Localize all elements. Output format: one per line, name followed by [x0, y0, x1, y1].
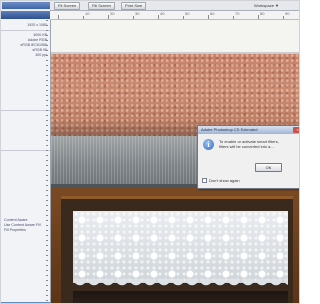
ruler-label: 50	[185, 11, 190, 16]
horizontal-ruler: 10 20 30 40 50 60 70 80 90	[50, 11, 299, 20]
panel-divider	[1, 30, 50, 31]
workspace-menu[interactable]: Workspace ▼	[254, 2, 279, 9]
panel-value: sRGB 96	[32, 48, 47, 52]
print-size-button[interactable]: Print Size	[121, 2, 147, 10]
panel-scrollbar[interactable]	[46, 20, 48, 303]
ruler-label: 20	[110, 11, 115, 16]
fit-screen-button[interactable]: Fit Screen	[54, 2, 81, 10]
dont-show-checkbox[interactable]	[202, 178, 207, 183]
ruler-label: 90	[285, 11, 290, 16]
window-shadow	[73, 291, 288, 303]
panel-value: 1920 x 1080	[27, 23, 47, 27]
ruler-tick	[158, 15, 159, 19]
content-aware-label: Content Aware	[4, 218, 28, 222]
ruler-tick	[58, 15, 59, 19]
photoshop-window: Fit Screen Fill Screen Print Size Worksp…	[0, 0, 300, 304]
lace-curtain	[73, 211, 288, 283]
close-icon[interactable]: ×	[293, 127, 299, 133]
dialog-titlebar[interactable]: Adobe Photoshop CS Extended ×	[198, 126, 299, 134]
ruler-tick	[108, 15, 109, 19]
tool-preset-button[interactable]	[2, 2, 50, 9]
panel-value: Adobe RGB	[27, 38, 47, 42]
panel-header[interactable]	[1, 11, 50, 19]
ok-button[interactable]: OK	[255, 163, 282, 172]
alert-dialog: Adobe Photoshop CS Extended × i To enabl…	[197, 125, 299, 189]
info-icon: i	[203, 139, 214, 150]
curtain-scallop	[73, 279, 288, 291]
ruler-label: 30	[135, 11, 140, 16]
panel-divider	[1, 110, 50, 111]
image-background	[51, 20, 299, 54]
ruler-tick	[283, 16, 284, 19]
ruler-label: 40	[160, 11, 165, 16]
info-panel: 1920 x 1080 3000 KB Adobe RGB sRGB IEC61…	[1, 10, 51, 303]
ruler-label: 10	[85, 11, 90, 16]
content-aware-fill-option[interactable]: Use Content Aware Fill	[4, 223, 41, 227]
ruler-tick	[83, 16, 84, 19]
ruler-label: 60	[210, 11, 215, 16]
fill-properties-label: Fill Properties	[4, 228, 26, 232]
ruler-tick	[133, 16, 134, 19]
ruler-tick	[183, 16, 184, 19]
ruler-tick	[208, 15, 209, 19]
dont-show-label: Don't show again	[209, 178, 240, 183]
ruler-tick	[258, 15, 259, 19]
fill-screen-button[interactable]: Fill Screen	[88, 2, 115, 10]
ruler-label: 70	[235, 11, 240, 16]
ruler-tick	[233, 16, 234, 19]
dialog-message: filters will be converted into a...	[219, 144, 274, 149]
dialog-title: Adobe Photoshop CS Extended	[201, 127, 258, 132]
panel-value: sRGB IEC61966	[20, 43, 47, 47]
panel-divider	[1, 150, 50, 151]
panel-value: 3000 KB	[33, 33, 47, 37]
ruler-label: 80	[260, 11, 265, 16]
